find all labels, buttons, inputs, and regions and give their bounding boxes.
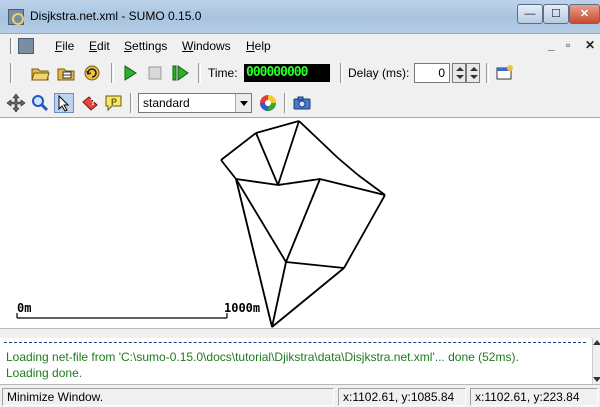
time-label: Time: [208, 66, 238, 80]
open-folder-icon[interactable] [30, 63, 50, 83]
play-icon[interactable] [120, 63, 140, 83]
chevron-down-icon[interactable] [235, 94, 251, 112]
log-separator [4, 342, 586, 343]
menubar-grip[interactable] [10, 38, 13, 54]
delay-label: Delay (ms): [348, 66, 410, 80]
scale-bar-start-label: 0m [17, 301, 32, 315]
title-bar[interactable]: Disjkstra.net.xml - SUMO 0.15.0 — ☐ ✕ [0, 0, 600, 34]
simulation-toolbar: Time: 000000000 Delay (ms): 0 [0, 58, 600, 88]
network-edge [255, 120, 300, 134]
svg-text:?: ? [90, 97, 96, 108]
color-scheme-select[interactable]: standard [138, 93, 252, 113]
mdi-child-icon[interactable] [18, 38, 34, 54]
network-edge [337, 157, 359, 176]
menu-edit[interactable]: Edit [89, 39, 110, 53]
toolbar-separator [340, 63, 343, 83]
camera-icon[interactable] [292, 93, 312, 113]
toolbar-separator [111, 63, 114, 83]
status-bar: Minimize Window. x:1102.61, y:1085.84 x:… [0, 384, 600, 407]
color-scheme-value: standard [143, 96, 190, 110]
road-network-drawing [16, 120, 386, 328]
toolbar-separator [486, 63, 489, 83]
window-title: Disjkstra.net.xml - SUMO 0.15.0 [30, 9, 202, 23]
network-edge [220, 132, 257, 161]
minimize-button[interactable]: — [517, 4, 543, 24]
network-edge [235, 178, 287, 263]
toolbar-separator [284, 93, 287, 113]
network-edge [298, 120, 339, 159]
panel-splitter[interactable] [0, 328, 600, 338]
reload-icon[interactable] [82, 63, 102, 83]
toolbar-grip[interactable] [10, 63, 13, 83]
speech-bubble-icon[interactable]: P [104, 93, 124, 113]
scale-bar-end-label: 1000m [224, 301, 261, 315]
mdi-restore-button[interactable]: ▫ [566, 38, 570, 52]
view-toolbar: ? P standard [0, 88, 600, 118]
new-view-icon[interactable] [494, 63, 514, 83]
color-wheel-icon[interactable] [258, 93, 278, 113]
network-edge [255, 132, 279, 186]
svg-text:P: P [111, 97, 117, 107]
close-button[interactable]: ✕ [569, 4, 600, 24]
zoom-icon[interactable] [30, 93, 50, 113]
toolbar-separator [130, 93, 133, 113]
delay-input[interactable]: 0 [414, 63, 450, 83]
step-icon[interactable] [170, 63, 190, 83]
message-log[interactable]: Loading net-file from 'C:\sumo-0.15.0\do… [0, 338, 592, 384]
locate-pointer-icon[interactable] [54, 93, 74, 113]
simulation-time-display: 000000000 [244, 64, 330, 82]
network-edge [277, 120, 300, 186]
sumo-app-icon [8, 9, 24, 25]
log-line: Loading net-file from 'C:\sumo-0.15.0\do… [6, 350, 519, 364]
mdi-close-button[interactable]: ✕ [585, 38, 595, 52]
network-edge [343, 194, 386, 269]
toolbar-separator [198, 63, 201, 83]
network-view-canvas[interactable]: 0m 1000m [0, 119, 592, 328]
recenter-icon[interactable] [6, 93, 26, 113]
network-edge [285, 261, 345, 269]
query-info-icon[interactable]: ? [80, 93, 100, 113]
menu-settings[interactable]: Settings [124, 39, 167, 53]
log-line: Loading done. [6, 366, 83, 380]
menu-windows[interactable]: Windows [182, 39, 231, 53]
network-edge [235, 178, 279, 186]
delay-spinner[interactable] [452, 63, 466, 83]
network-edge [220, 159, 237, 180]
menu-bar: File Edit Settings Windows Help _ ▫ ✕ [0, 34, 600, 58]
scale-bar [16, 313, 228, 319]
status-message: Minimize Window. [2, 388, 334, 406]
menu-help[interactable]: Help [246, 39, 271, 53]
delay-slider-handle[interactable] [466, 63, 480, 83]
log-scrollbar[interactable] [592, 338, 600, 384]
stop-icon[interactable] [145, 63, 165, 83]
open-network-icon[interactable] [56, 63, 76, 83]
maximize-button[interactable]: ☐ [543, 4, 569, 24]
cursor-coordinates: x:1102.61, y:1085.84 [338, 388, 466, 406]
geo-coordinates: x:1102.61, y:223.84 [470, 388, 598, 406]
mdi-minimize-button[interactable]: _ [548, 38, 555, 52]
menu-file[interactable]: File [55, 39, 74, 53]
